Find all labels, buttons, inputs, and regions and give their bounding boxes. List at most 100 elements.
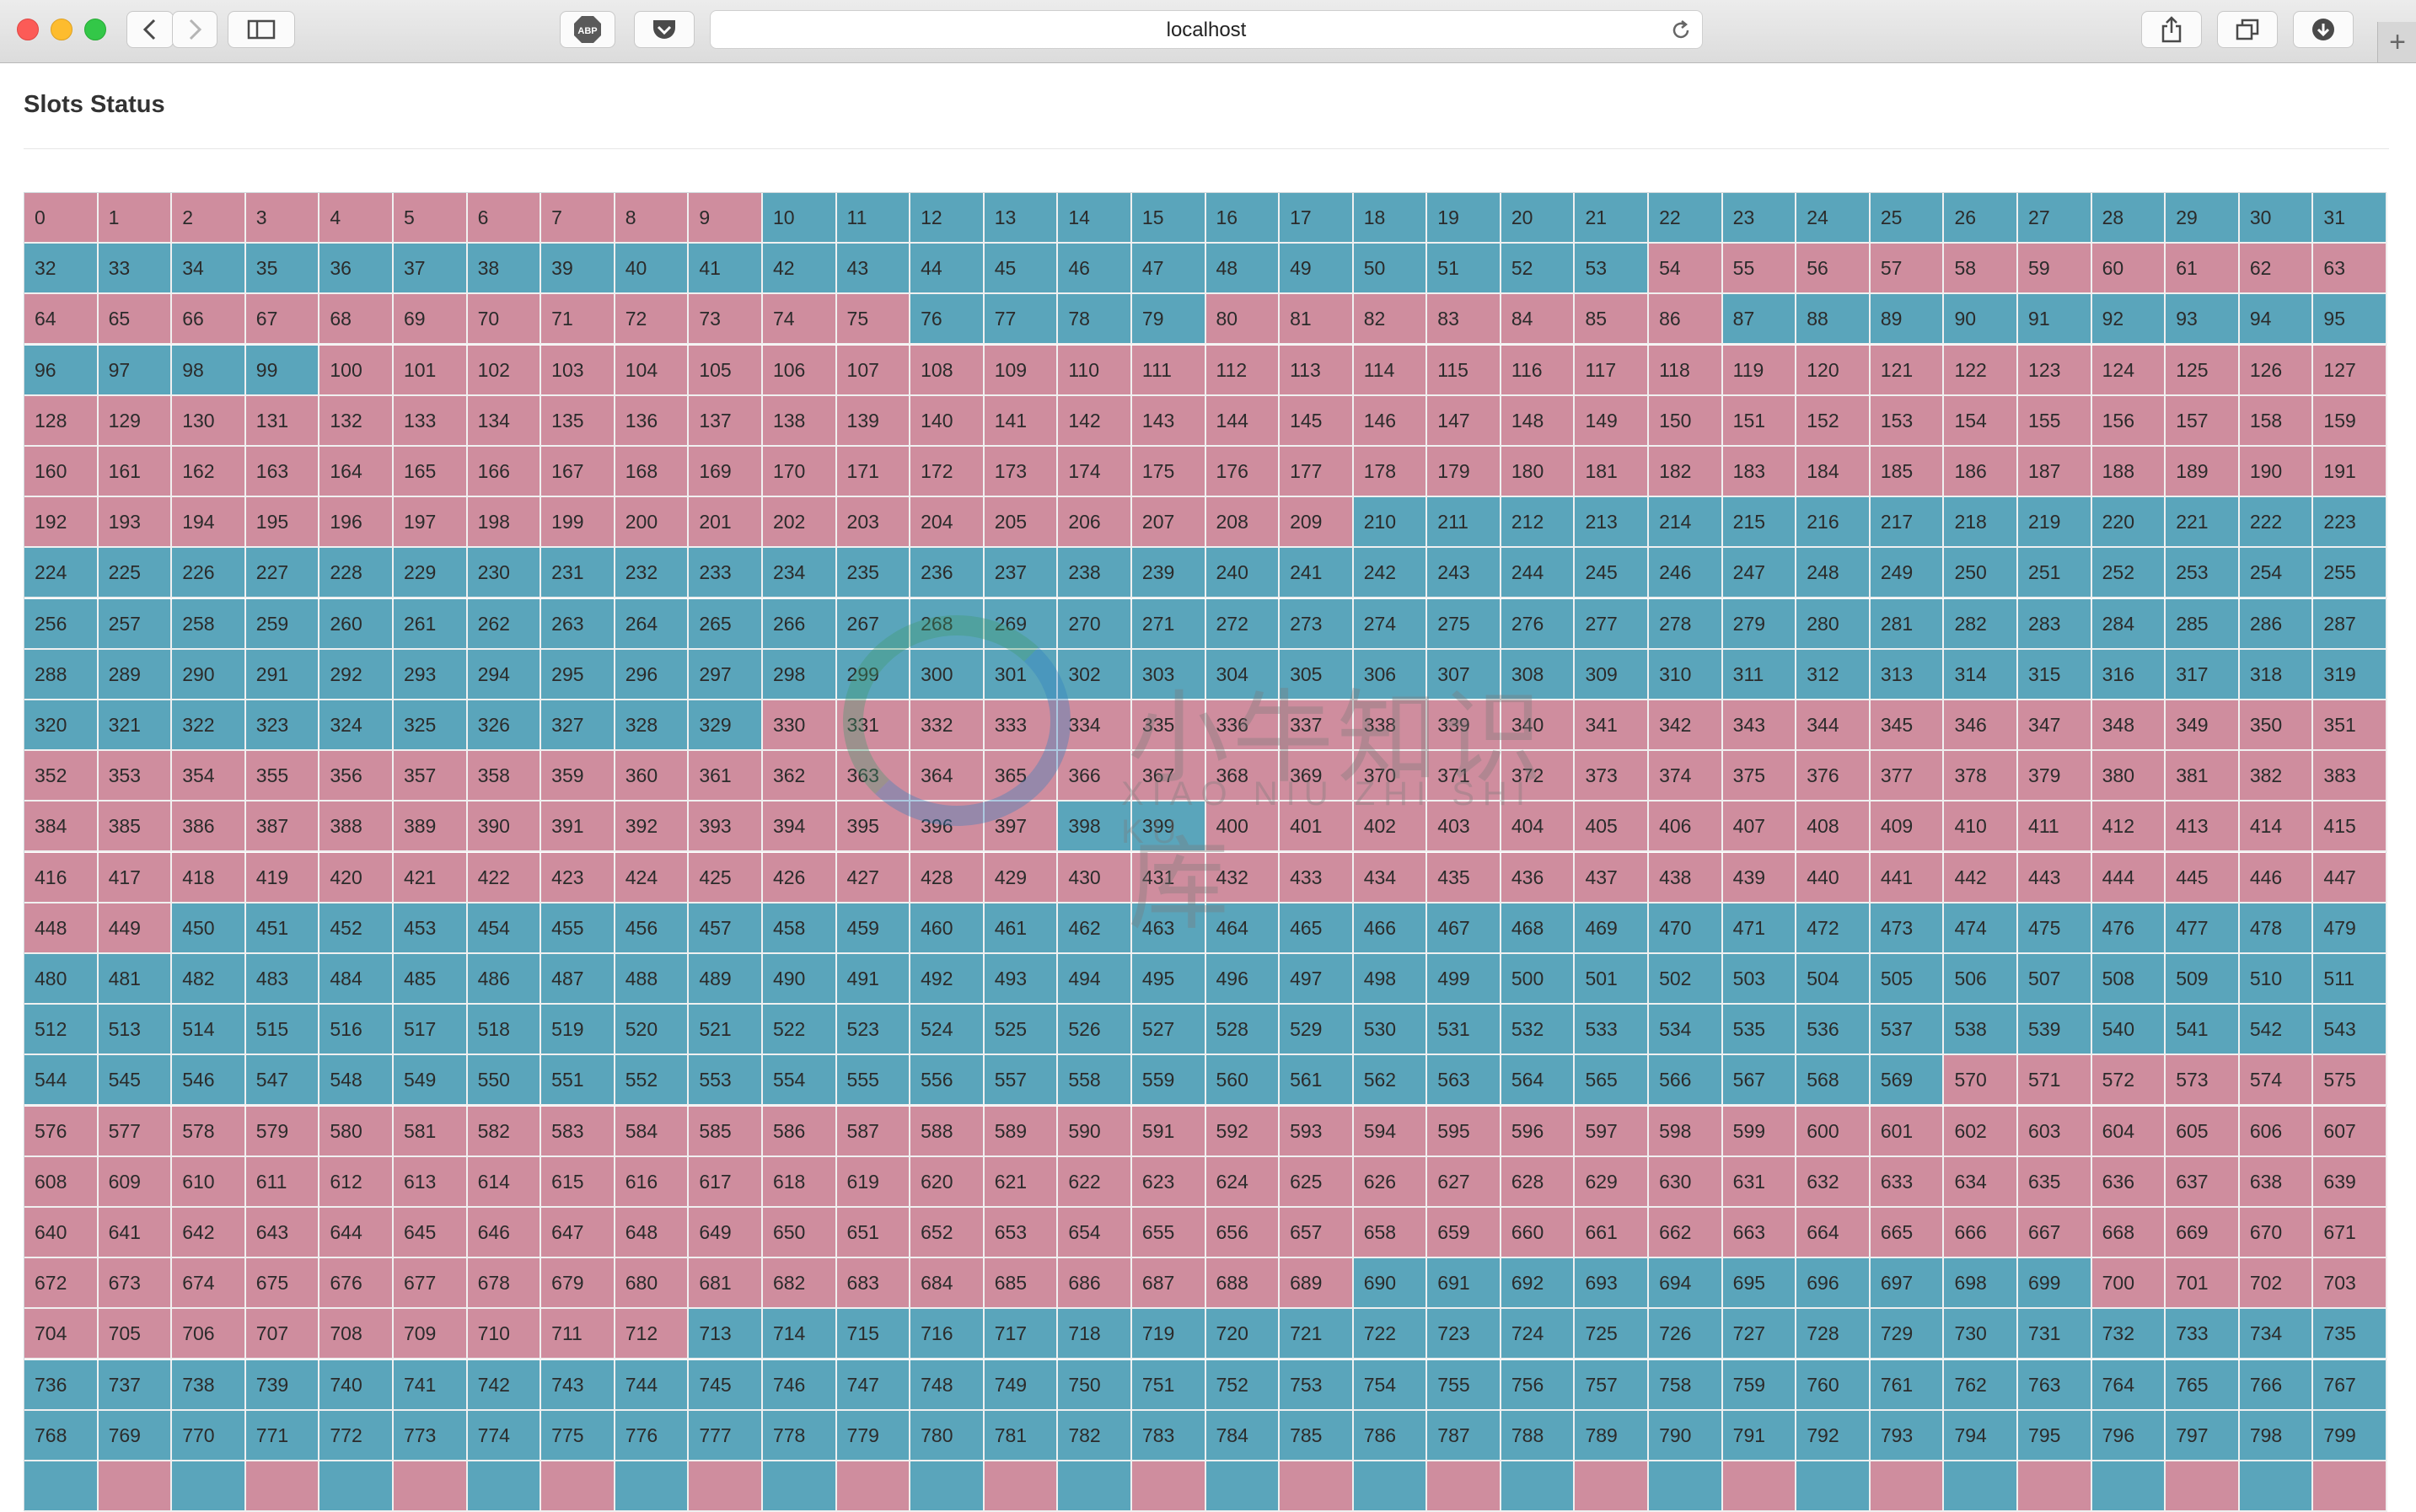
slot-cell: 221 [2166,497,2240,549]
slot-cell: 602 [1944,1106,2019,1157]
slot-cell: 51 [1427,244,1501,295]
slot-cell: 593 [1280,1106,1354,1157]
slot-cell: 737 [98,1359,173,1411]
downloads-button[interactable] [2293,11,2354,48]
slot-cell: 576 [24,1106,99,1157]
slot-cell [2239,1461,2314,1512]
slot-cell: 432 [1205,852,1280,903]
slot-cell: 322 [172,700,246,751]
slot-cell: 335 [1131,700,1206,751]
slot-cell: 629 [1575,1156,1650,1208]
slot-cell: 54 [1649,244,1723,295]
slot-cell: 635 [2018,1156,2092,1208]
slot-cell: 256 [24,598,99,650]
slot-cell: 337 [1280,700,1354,751]
slot-cell: 456 [615,903,690,954]
slot-cell: 4 [319,193,394,244]
slot-cell: 500 [1501,954,1576,1005]
slot-cell: 428 [910,852,985,903]
slot-cell: 460 [910,903,985,954]
slot-cell: 590 [1058,1106,1132,1157]
zoom-window-button[interactable] [84,19,106,40]
adblock-button[interactable]: ABP [560,11,615,48]
forward-button[interactable] [172,11,217,48]
slot-cell: 184 [1796,447,1871,497]
slot-cell: 539 [2018,1005,2092,1056]
slot-cell: 313 [1870,649,1945,700]
slot-cell: 127 [2313,345,2387,396]
slot-cell: 209 [1280,497,1354,549]
slot-cell: 290 [172,649,246,700]
slot-cell: 149 [1575,395,1650,447]
slot-cell: 397 [984,802,1059,853]
back-button[interactable] [126,11,174,48]
slot-cell: 451 [245,903,320,954]
slot-cell: 467 [1427,903,1501,954]
slot-cell: 633 [1870,1156,1945,1208]
slot-cell: 768 [24,1410,99,1461]
slot-cell: 196 [319,497,394,549]
slot-cell: 759 [1722,1359,1797,1411]
slot-cell: 81 [1280,294,1354,346]
new-tab-button[interactable]: + [2377,22,2416,62]
slot-cell: 689 [1280,1258,1354,1310]
minimize-window-button[interactable] [51,19,72,40]
slot-cell: 788 [1501,1410,1576,1461]
slot-cell: 755 [1427,1359,1501,1411]
slot-cell: 719 [1131,1309,1206,1360]
slot-cell: 163 [245,447,320,497]
slot-cell: 703 [2313,1258,2387,1310]
slot-cell: 475 [2018,903,2092,954]
slot-cell: 324 [319,700,394,751]
slot-cell: 152 [1796,395,1871,447]
slot-cell: 298 [762,649,837,700]
slot-cell [1131,1461,1206,1512]
slot-cell: 45 [984,244,1059,295]
slot-cell: 162 [172,447,246,497]
slot-cell: 642 [172,1208,246,1258]
pocket-button[interactable] [634,11,695,48]
slot-cell: 631 [1722,1156,1797,1208]
slot-cell: 679 [541,1258,615,1310]
slot-cell: 587 [836,1106,911,1157]
slot-cell: 552 [615,1055,690,1107]
share-button[interactable] [2141,11,2202,48]
slot-cell: 69 [393,294,468,346]
slot-cell: 632 [1796,1156,1871,1208]
slot-cell: 323 [245,700,320,751]
slot-cell: 310 [1649,649,1723,700]
slot-cell: 325 [393,700,468,751]
slot-cell: 261 [393,598,468,650]
slot-cell: 210 [1353,497,1428,549]
slot-cell: 521 [689,1005,763,1056]
slot-cell [1944,1461,2019,1512]
slot-cell: 262 [467,598,542,650]
slot-cell: 83 [1427,294,1501,346]
slot-cell: 97 [98,345,173,396]
show-tabs-button[interactable] [2217,11,2278,48]
slot-cell: 142 [1058,395,1132,447]
slot-cell: 161 [98,447,173,497]
slot-cell: 562 [1353,1055,1428,1107]
slot-cell: 343 [1722,700,1797,751]
slot-cell: 492 [910,954,985,1005]
slot-cell: 444 [2091,852,2166,903]
slot-cell: 786 [1353,1410,1428,1461]
slot-cell: 745 [689,1359,763,1411]
close-window-button[interactable] [17,19,39,40]
slot-cell: 466 [1353,903,1428,954]
slot-cell: 384 [24,802,99,853]
slot-cell: 73 [689,294,763,346]
slot-cell: 606 [2239,1106,2314,1157]
slot-cell: 421 [393,852,468,903]
sidebar-button[interactable] [228,11,295,48]
slot-cell: 588 [910,1106,985,1157]
slot-cell: 179 [1427,447,1501,497]
address-bar[interactable]: localhost [710,10,1703,49]
slot-cell: 153 [1870,395,1945,447]
slot-cell: 680 [615,1258,690,1310]
reload-icon[interactable] [1670,19,1692,41]
slot-cell: 66 [172,294,246,346]
slot-cell: 550 [467,1055,542,1107]
slot-cell: 41 [689,244,763,295]
